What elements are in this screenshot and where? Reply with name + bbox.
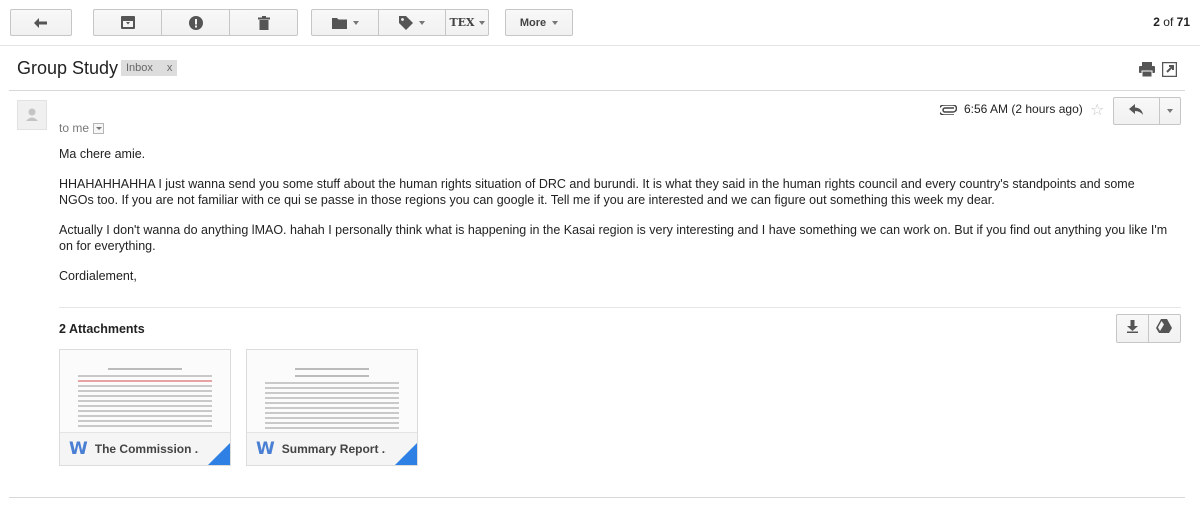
attachment-footer: W Summary Report ... — [247, 432, 417, 465]
paperclip-icon — [938, 102, 958, 120]
print-button[interactable] — [1139, 62, 1155, 78]
more-actions-button[interactable] — [1160, 98, 1180, 124]
inbox-label-chip[interactable]: Inbox x — [121, 60, 178, 76]
attachment-preview — [247, 350, 417, 432]
show-details-button[interactable] — [93, 122, 105, 134]
star-icon[interactable]: ☆ — [1090, 100, 1104, 120]
tex-button[interactable]: TEX — [446, 10, 488, 35]
label-name: Inbox — [126, 62, 153, 74]
print-icon — [1139, 62, 1155, 81]
attachment-preview — [60, 350, 230, 432]
attachment-name: Summary Report ... — [281, 442, 386, 456]
attachment-card[interactable]: W The Commission ... — [59, 349, 231, 466]
tag-icon — [399, 15, 413, 30]
download-icon — [1126, 319, 1138, 338]
reply-group — [1113, 97, 1181, 125]
trash-icon — [257, 15, 270, 30]
open-in-new-window-button[interactable] — [1161, 61, 1178, 81]
open-in-new-window-icon — [1161, 61, 1178, 81]
thread-subject: Group Study — [17, 58, 119, 78]
drive-icon — [1156, 319, 1173, 338]
report-spam-icon — [188, 15, 203, 30]
chevron-down-icon — [352, 20, 359, 25]
attachment-name: The Commission ... — [94, 442, 199, 456]
doc-corner-icon — [208, 443, 230, 465]
footer-divider — [9, 497, 1185, 498]
more-label: More — [519, 16, 547, 29]
message-paragraph: Cordialement, — [59, 269, 137, 283]
remove-label-button[interactable]: x — [167, 62, 173, 74]
message-paragraph: HHAHAHHAHHA I just wanna send you some s… — [59, 177, 1135, 207]
message-paragraph: Ma chere amie. — [59, 147, 146, 161]
chevron-down-icon — [95, 126, 102, 130]
arrow-left-icon — [34, 17, 48, 28]
more-button[interactable]: More — [505, 9, 573, 36]
toolbar: TEX More 2 of 71 — [0, 0, 1200, 46]
attachments-title: 2 Attachments — [59, 322, 145, 336]
recipient-line: to me — [59, 121, 105, 135]
message-body: Ma chere amie. HHAHAHHAHHA I just wanna … — [59, 146, 1169, 298]
save-to-drive-button[interactable] — [1149, 315, 1180, 342]
reply-icon — [1129, 102, 1144, 120]
chevron-down-icon — [552, 20, 559, 25]
pager-current: 2 — [1153, 15, 1160, 29]
pager: 2 of 71 — [1153, 15, 1190, 29]
attachments-divider — [59, 307, 1181, 308]
move-to-button[interactable] — [312, 10, 379, 35]
avatar[interactable] — [17, 100, 47, 130]
folder-icon — [331, 17, 347, 29]
archive-button[interactable] — [94, 10, 162, 35]
chevron-down-icon — [1167, 109, 1173, 113]
download-all-button[interactable] — [1117, 315, 1149, 342]
attachment-footer: W The Commission ... — [60, 432, 230, 465]
archive-icon — [120, 16, 135, 29]
person-icon — [26, 108, 38, 121]
chevron-down-icon — [419, 20, 425, 25]
attachment-card[interactable]: W Summary Report ... — [246, 349, 418, 466]
doc-corner-icon — [395, 443, 417, 465]
word-doc-icon: W — [256, 439, 275, 459]
reply-button[interactable] — [1114, 98, 1160, 124]
labels-button[interactable] — [379, 10, 446, 35]
tex-icon: TEX — [449, 16, 475, 29]
chevron-down-icon — [478, 20, 485, 25]
header-divider — [9, 90, 1185, 91]
report-spam-button[interactable] — [162, 10, 230, 35]
attachments-actions — [1116, 314, 1181, 343]
pager-total: 71 — [1176, 15, 1190, 29]
organize-group: TEX — [311, 9, 489, 36]
delete-button[interactable] — [230, 10, 297, 35]
message-actions-group — [93, 9, 298, 36]
message-time: 6:56 AM (2 hours ago) — [964, 102, 1083, 116]
word-doc-icon: W — [69, 439, 88, 459]
back-button[interactable] — [10, 9, 72, 36]
pager-separator: of — [1159, 15, 1177, 29]
recipient-text: to me — [59, 121, 90, 135]
subject-row: Group Study Inbox x — [0, 46, 1200, 90]
message-paragraph: Actually I don't wanna do anything lMAO.… — [59, 223, 1168, 253]
